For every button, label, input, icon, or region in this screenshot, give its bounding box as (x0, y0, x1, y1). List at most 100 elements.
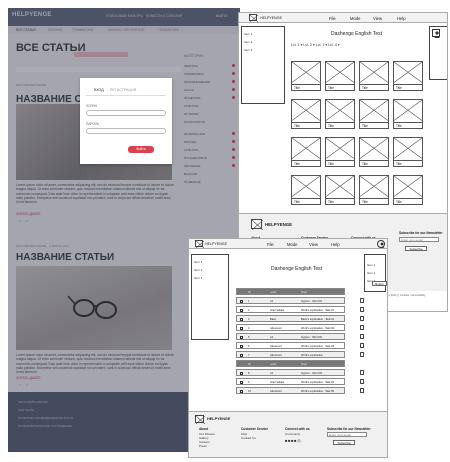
image-placeholder-tile[interactable]: Title (359, 61, 389, 91)
table-row[interactable]: 7 Advanced Word's explanation (236, 351, 345, 358)
footer-logo-icon (251, 219, 263, 230)
delete-icon[interactable] (360, 316, 364, 321)
image-placeholder-tile[interactable]: Title (359, 99, 389, 129)
image-placeholder-tile[interactable]: Title (393, 137, 423, 167)
login-submit-button[interactable]: Войти (128, 146, 154, 153)
action-button[interactable]: Button (372, 281, 387, 286)
cell-topic: Topic (301, 291, 308, 294)
table-row[interactable]: 1 A1 Hyphen - Word #1 (236, 297, 345, 304)
cell-level: A1 (270, 300, 274, 303)
profile-avatar-icon[interactable] (377, 240, 385, 248)
delete-icon[interactable] (360, 334, 364, 339)
menu-help[interactable]: Help (331, 242, 340, 247)
row-checkbox[interactable] (240, 344, 243, 348)
row-checkbox[interactable] (240, 371, 243, 375)
row-checkbox[interactable] (240, 335, 243, 339)
tab-register[interactable]: РЕГИСТРАЦИЯ (110, 88, 136, 92)
wireframe-table: HELPYENGE File Mode View Help Item 1 Ite… (188, 238, 388, 458)
table-row[interactable]: 3 Basic Basic's explanation - Task #1 (236, 315, 345, 322)
table-row[interactable]: 9 Intermediate Word's explanation - Task #… (236, 378, 345, 385)
cell-level: Advanced (270, 354, 282, 357)
cell-level: Intermediate (270, 309, 285, 312)
image-placeholder-tile[interactable]: Title (325, 137, 355, 167)
row-checkbox[interactable] (240, 389, 243, 393)
table-row[interactable]: ID Level Topic (236, 288, 345, 295)
image-placeholder-tile[interactable]: Title (325, 175, 355, 205)
delete-icon[interactable] (360, 325, 364, 330)
delete-icon[interactable] (360, 388, 364, 393)
image-placeholder-tile[interactable]: Title (393, 175, 423, 205)
table-row[interactable]: 10 Advanced Word's explanation - Task #5 (236, 387, 345, 394)
side-item-2[interactable]: Item 2 (244, 40, 252, 44)
footer-link[interactable]: Community (285, 432, 300, 436)
image-placeholder-tile[interactable]: Title (393, 99, 423, 129)
menu-view[interactable]: View (309, 242, 318, 247)
subscribe-button[interactable]: Subscribe (405, 246, 427, 251)
table-row[interactable]: 8 A1 Hyphen - Word #3 (236, 369, 345, 376)
table-row[interactable]: 2 Intermediate Word's explanation - Task #… (236, 306, 345, 313)
footer-link[interactable]: Press (199, 444, 207, 448)
footer-brand: HELPYENGE (265, 222, 293, 227)
footer-link[interactable]: Contact Us (241, 436, 256, 440)
image-placeholder-tile[interactable]: Title (359, 175, 389, 205)
delete-icon[interactable] (360, 379, 364, 384)
table-row[interactable]: 6 Advanced Word's explanation - Task #3 (236, 342, 345, 349)
image-placeholder-tile[interactable]: Title (325, 99, 355, 129)
image-placeholder-tile[interactable]: Title (359, 137, 389, 167)
row-checkbox[interactable] (240, 326, 243, 330)
cell-topic: Hyphen - Word #1 (301, 300, 323, 303)
menu-help[interactable]: Help (397, 16, 406, 21)
cell-topic: Word's explanation (301, 354, 323, 357)
cell-level: A1 (270, 372, 274, 375)
row-checkbox[interactable] (240, 353, 243, 357)
level-filters[interactable]: Lvl. 1 ▾ Lvl. 2 ▾ Lvl. 3 ▾ Lvl. 4 ▾ (291, 43, 340, 47)
delete-icon[interactable] (360, 370, 364, 375)
delete-icon[interactable] (360, 307, 364, 312)
image-placeholder-tile[interactable]: Title (291, 175, 321, 205)
subscribe-button[interactable]: Subscribe (333, 440, 355, 445)
right-item-1[interactable]: Item 1 (367, 263, 375, 267)
row-checkbox[interactable] (240, 299, 243, 303)
tile-title: Title (362, 86, 368, 90)
password-input[interactable] (86, 128, 166, 134)
right-item-2[interactable]: Item 2 (367, 271, 375, 275)
image-placeholder-tile[interactable]: Title (291, 137, 321, 167)
cell-id: 10 (248, 390, 251, 393)
wf-side-panel (241, 26, 285, 104)
image-placeholder-tile[interactable]: Title (325, 61, 355, 91)
row-checkbox[interactable] (240, 317, 243, 321)
table-row[interactable]: ID Level Topic (236, 360, 345, 367)
menu-file[interactable]: File (329, 16, 336, 21)
delete-icon[interactable] (360, 298, 364, 303)
menu-mode[interactable]: Mode (350, 16, 360, 21)
login-input[interactable] (86, 110, 166, 116)
menu-file[interactable]: File (267, 242, 274, 247)
delete-icon[interactable] (360, 352, 364, 357)
newsletter-email-input[interactable]: Enter your email (327, 432, 367, 437)
row-checkbox[interactable] (240, 380, 243, 384)
image-placeholder-tile[interactable]: Title (291, 61, 321, 91)
side-item-1[interactable]: Item 1 (244, 32, 252, 36)
cell-level: A1 (270, 336, 274, 339)
image-placeholder-tile[interactable]: Title (291, 99, 321, 129)
side-item-1[interactable]: Item 1 (194, 260, 202, 264)
menu-view[interactable]: View (373, 16, 382, 21)
side-item-2[interactable]: Item 2 (194, 268, 202, 272)
cell-id: 3 (248, 318, 250, 321)
footer-brand: HELPYENGE (207, 417, 231, 421)
delete-icon[interactable] (360, 343, 364, 348)
side-item-3[interactable]: Item 3 (244, 48, 252, 52)
wf-app-name: HELPYENGE (260, 16, 282, 20)
image-placeholder-tile[interactable]: Title (393, 61, 423, 91)
social-icons[interactable]: ■■■■◎ (285, 438, 301, 443)
table-row[interactable]: 4 Advanced Word's explanation - Task #2 (236, 324, 345, 331)
tile-title: Title (396, 86, 402, 90)
newsletter-email-input[interactable]: Enter your email (399, 237, 439, 242)
table-row[interactable]: 5 A1 Hyphen - Word #2 (236, 333, 345, 340)
row-checkbox[interactable] (240, 308, 243, 312)
profile-avatar-icon[interactable] (432, 29, 440, 38)
side-item-3[interactable]: Item 3 (194, 276, 202, 280)
cell-id: 8 (248, 372, 250, 375)
tab-login[interactable]: ВХОД (94, 88, 104, 92)
menu-mode[interactable]: Mode (287, 242, 297, 247)
